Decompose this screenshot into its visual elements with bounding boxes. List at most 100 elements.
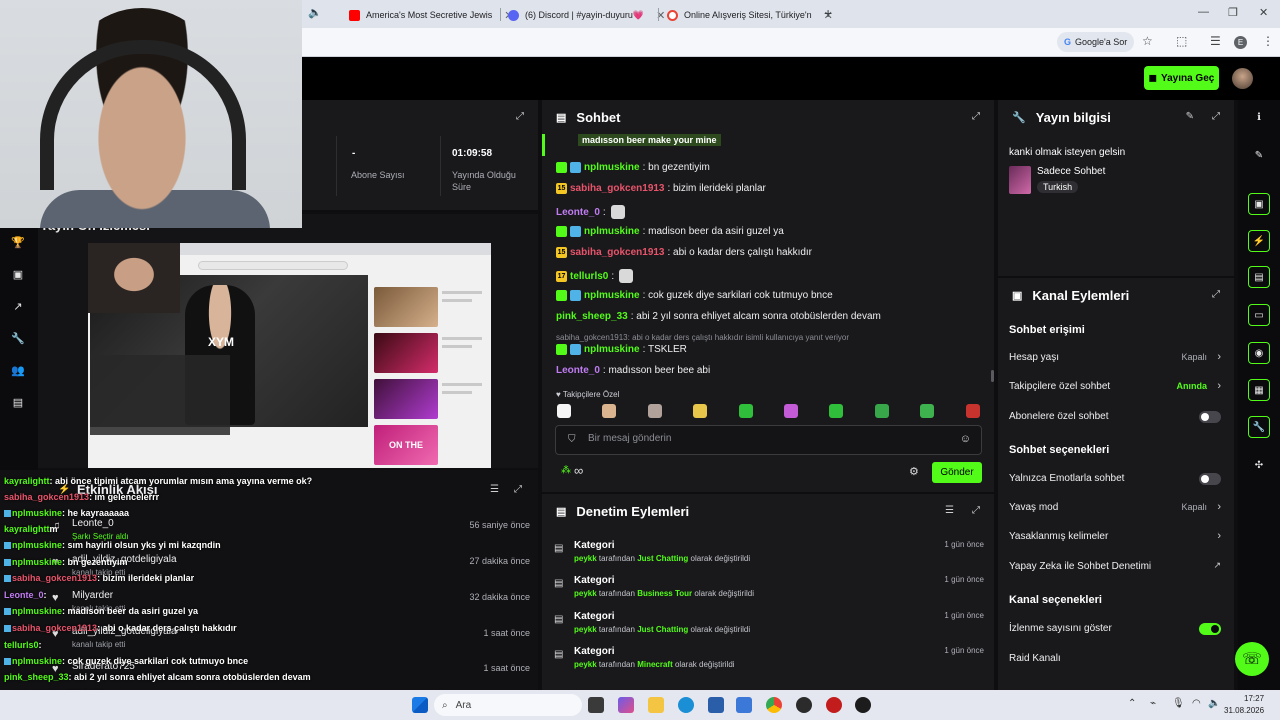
moderation-row[interactable]: ▤ Kategori peykk tarafından Just Chatting … [554, 611, 984, 643]
media-player-icon[interactable] [855, 697, 871, 713]
chat-message[interactable]: 15 sabiha_gokcen1913: bizim ilerideki pla… [556, 183, 766, 194]
chat-message[interactable]: Leonte_0: madısson beer bee abi [556, 365, 710, 376]
filter-icon[interactable]: ☰ [490, 484, 499, 495]
browser-tab-youtube[interactable]: America's Most Secretive Jewis ✕ [349, 4, 513, 26]
store-icon[interactable]: ▤ [11, 396, 25, 410]
emote-button[interactable] [965, 404, 980, 418]
filter-icon[interactable]: ☰ [945, 505, 954, 516]
file-explorer-icon[interactable] [648, 697, 664, 713]
obs-icon[interactable] [796, 697, 812, 713]
tray-chevron-icon[interactable]: ⌃ [1128, 698, 1136, 709]
chat-username[interactable]: tellurls0 [570, 271, 608, 282]
mail-icon[interactable] [736, 697, 752, 713]
account-age-row[interactable]: Hesap yaşı Kapalı › [1009, 351, 1223, 370]
community-icon[interactable]: 👥 [11, 364, 25, 378]
chat-username[interactable]: nplmuskine [584, 290, 640, 301]
profile-icon[interactable]: E [1234, 36, 1247, 49]
bolt-panel-icon[interactable]: ⚡ [1248, 230, 1270, 252]
show-viewers-toggle[interactable] [1199, 623, 1221, 635]
tools-icon[interactable]: 🔧 [11, 332, 25, 346]
category-link[interactable]: Business Tour [637, 589, 692, 598]
user-avatar[interactable] [1232, 68, 1253, 89]
emote-button[interactable] [784, 404, 798, 418]
chrome-icon[interactable] [766, 697, 782, 713]
chat-username[interactable]: pink_sheep_33 [556, 311, 628, 322]
chat-input-box[interactable]: ⛉ ☺ [555, 425, 982, 455]
edit-layout-icon[interactable]: ✎ [1248, 144, 1270, 166]
help-chat-button[interactable]: ☏ [1235, 642, 1269, 676]
chat-panel-icon[interactable]: ▭ [1248, 304, 1270, 326]
chat-message[interactable]: 17 tellurls0: [556, 269, 634, 283]
expand-icon[interactable]: ⤢ [516, 111, 524, 122]
edge-icon[interactable] [678, 697, 694, 713]
list-panel-icon[interactable]: ▤ [1248, 266, 1270, 288]
add-panel-icon[interactable]: ✣ [1248, 454, 1270, 476]
emote-button[interactable] [647, 404, 662, 418]
expand-icon[interactable]: ⤢ [972, 505, 980, 516]
moderation-row[interactable]: ▤ Kategori peykk tarafından Business Tour … [554, 575, 984, 607]
browser-tab-shopping[interactable]: Online Alışveriş Sitesi, Türkiye'n ✕ [667, 4, 833, 26]
browser-tab-discord[interactable]: (6) Discord | #yayin-duyuru💗 ✕ [508, 4, 665, 26]
recorder-icon[interactable] [826, 697, 842, 713]
category-link[interactable]: Just Chatting [637, 625, 688, 634]
chat-username[interactable]: sabiha_gokcen1913 [570, 247, 665, 258]
google-ask-button[interactable]: G Google'a Sor [1057, 32, 1135, 52]
trophy-icon[interactable]: 🏆 [11, 236, 25, 250]
chat-message[interactable]: 15 sabiha_gokcen1913: abi o kadar ders ça… [556, 247, 812, 258]
moderation-row[interactable]: ▤ Kategori peykk tarafından Just Chatting … [554, 540, 984, 572]
infinity-icon[interactable]: ∞ [574, 463, 583, 478]
chat-username[interactable]: Leonte_0 [556, 365, 600, 376]
close-window-icon[interactable]: ✕ [1259, 6, 1268, 19]
points-icon[interactable]: ⁂ [561, 465, 571, 476]
browser-menu-icon[interactable]: ⋮ [1262, 34, 1274, 48]
chat-username[interactable]: Leonte_0 [556, 207, 600, 218]
category-link[interactable]: Just Chatting [637, 554, 688, 563]
emote-button[interactable] [738, 404, 753, 418]
video-panel-icon[interactable]: ▣ [1248, 193, 1270, 215]
followers-only-row[interactable]: Takipçilere özel sohbet Anında › [1009, 380, 1223, 399]
new-tab-button[interactable]: + [824, 5, 832, 21]
moderator-name[interactable]: peykk [574, 589, 597, 598]
copilot-icon[interactable] [618, 697, 634, 713]
start-icon[interactable] [412, 697, 428, 713]
chat-username[interactable]: nplmuskine [584, 344, 640, 355]
emote-button[interactable] [602, 404, 617, 418]
banned-words-row[interactable]: Yasaklanmış kelimeler › [1009, 530, 1223, 549]
chat-username[interactable]: nplmuskine [584, 162, 640, 173]
chat-message[interactable]: nplmuskine: madison beer da asiri guzel … [556, 226, 784, 237]
expand-icon[interactable]: ⤢ [514, 484, 522, 495]
reading-list-icon[interactable]: ☰ [1210, 34, 1221, 48]
moderator-name[interactable]: peykk [574, 554, 597, 563]
extensions-icon[interactable]: ⬚ [1176, 34, 1187, 48]
task-view-icon[interactable] [588, 697, 604, 713]
chat-username[interactable]: sabiha_gokcen1913 [570, 183, 665, 194]
emote-only-row[interactable]: Yalnızca Emotlarla sohbet [1009, 473, 1223, 491]
record-panel-icon[interactable]: ◉ [1248, 342, 1270, 364]
wifi-icon[interactable]: ◠ [1192, 698, 1201, 709]
emote-button[interactable] [557, 404, 571, 418]
bookmark-star-icon[interactable]: ☆ [1142, 34, 1153, 48]
video-icon[interactable]: ▣ [11, 268, 25, 282]
mic-icon[interactable]: 🎙 [1172, 698, 1185, 709]
store-icon[interactable] [708, 697, 724, 713]
emoji-icon[interactable]: ☺ [960, 433, 971, 445]
wrench-panel-icon[interactable]: 🔧 [1248, 416, 1270, 438]
moderator-name[interactable]: peykk [574, 660, 597, 669]
send-button[interactable]: Gönder [932, 462, 982, 483]
chat-message-input[interactable] [588, 433, 948, 444]
chat-message[interactable]: nplmuskine: cok guzek diye sarkilari cok… [556, 290, 833, 301]
category-link[interactable]: Minecraft [637, 660, 673, 669]
info-icon[interactable]: ℹ [1248, 106, 1270, 128]
volume-icon[interactable]: 🔈 [1208, 698, 1220, 709]
subs-only-toggle[interactable] [1199, 411, 1221, 423]
network-icon[interactable]: ⌁ [1150, 698, 1156, 709]
edit-icon[interactable]: ✎ [1186, 111, 1194, 122]
category-thumbnail[interactable] [1009, 166, 1031, 194]
go-live-button[interactable]: ◼ Yayına Geç [1144, 66, 1219, 90]
raid-channel-row[interactable]: Raid Kanalı [1009, 653, 1223, 671]
emote-button[interactable] [874, 404, 889, 418]
slow-mode-row[interactable]: Yavaş mod Kapalı › [1009, 501, 1223, 520]
tab-audio-icon[interactable]: 🔈 [308, 6, 322, 19]
emote-button[interactable] [829, 404, 844, 418]
chat-message[interactable]: Leonte_0: [556, 205, 625, 219]
